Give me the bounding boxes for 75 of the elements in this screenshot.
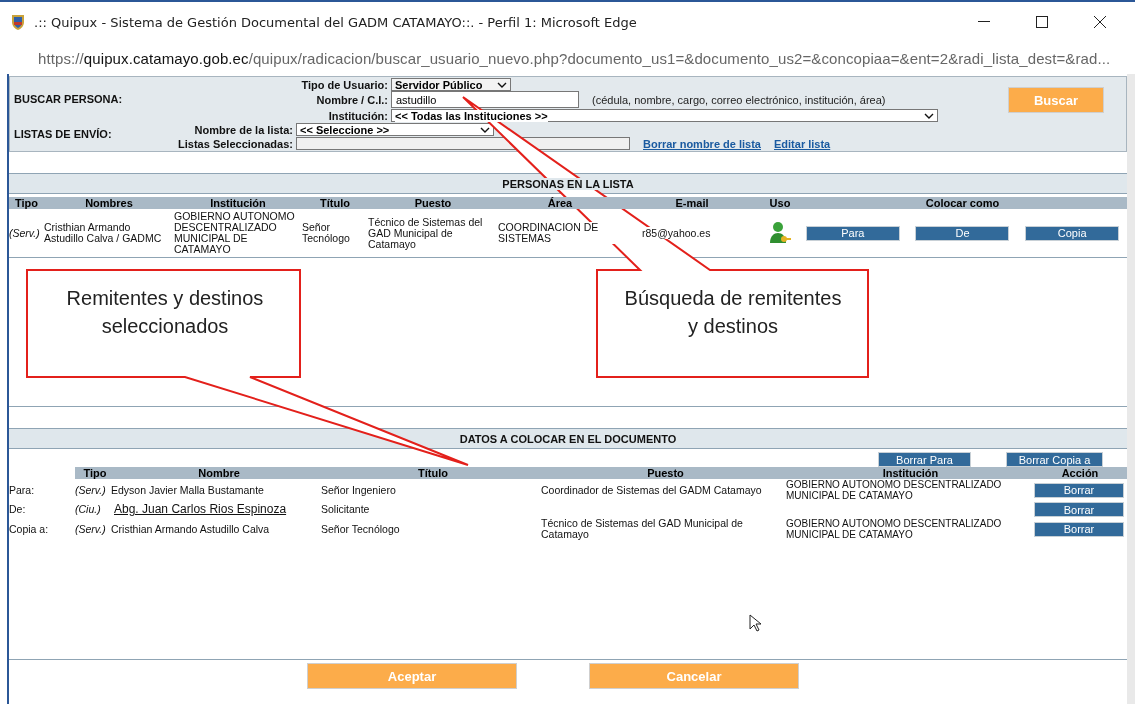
- column-header: Área: [498, 197, 622, 209]
- table-cell-text: Señor Tecnólogo: [302, 222, 351, 244]
- link[interactable]: Editar lista: [774, 137, 831, 150]
- clear-button[interactable]: Borrar Para: [878, 452, 971, 467]
- column-header: Institución: [788, 467, 1033, 479]
- section-header: PERSONAS EN LA LISTA: [502, 177, 634, 190]
- section-header: DATOS A COLOCAR EN EL DOCUMENTO: [9, 429, 1127, 449]
- window-title: .:: Quipux - Sistema de Gestión Documental del GADM CATAMAYO::. - Perfil 1: Microsoft Edge: [34, 14, 638, 30]
- chevron-down-icon: [924, 112, 934, 119]
- table-cell-text: Técnico de Sistemas del GAD Municipal de Catamayo: [541, 518, 744, 540]
- row-label: Para:: [9, 484, 36, 496]
- table-cell-text: (Serv.): [75, 523, 107, 535]
- table-cell-text: Técnico de Sistemas del GAD Municipal de Catamayo: [368, 216, 484, 250]
- table-cell-text: GOBIERNO AUTONOMO DESCENTRALIZADO MUNICIPAL DE CATAMAYO: [786, 479, 1003, 501]
- column-header: Nombre: [115, 467, 323, 479]
- action-button[interactable]: Copia: [1025, 225, 1120, 241]
- section-label: BUSCAR PERSONA:: [14, 92, 124, 105]
- hint-text: (cédula, nombre, cargo, correo electrónico, institución, área): [592, 93, 886, 106]
- name-input[interactable]: astudillo: [391, 91, 579, 109]
- app-shield-icon: [10, 13, 26, 31]
- column-header: Tipo: [75, 467, 115, 479]
- chevron-down-icon: [480, 126, 490, 133]
- callout-text: Remitentes y destinos seleccionados: [65, 286, 265, 339]
- column-header: Tipo: [9, 197, 44, 209]
- field-label: Listas Seleccionadas:: [177, 137, 293, 150]
- column-header: Uso: [762, 197, 798, 209]
- table-cell-text: GOBIERNO AUTONOMO DESCENTRALIZADO MUNICIPAL DE CATAMAYO: [174, 211, 296, 255]
- column-header: Colocar como: [798, 197, 1127, 209]
- list-name-select[interactable]: << Seleccione >>: [296, 123, 494, 137]
- minimize-icon[interactable]: [978, 21, 990, 23]
- table-cell-text: (Serv.): [75, 484, 107, 496]
- column-header: Puesto: [368, 197, 498, 209]
- name-link[interactable]: Abg. Juan Carlos Rios Espinoza: [111, 504, 321, 515]
- column-header: E-mail: [622, 197, 762, 209]
- section-label: LISTAS DE ENVÍO:: [14, 127, 113, 140]
- column-header: Puesto: [543, 467, 788, 479]
- column-header: Nombres: [44, 197, 174, 209]
- scrollbar[interactable]: [1127, 74, 1135, 704]
- field-label: Tipo de Usuario:: [300, 78, 388, 91]
- selected-lists-field[interactable]: [296, 137, 630, 151]
- user-key-icon[interactable]: [769, 221, 791, 245]
- maximize-icon[interactable]: [1036, 16, 1048, 28]
- table-cell-text: Cristhian Armando Astudillo Calva / GADMC: [44, 222, 163, 244]
- delete-button[interactable]: Borrar: [1034, 521, 1124, 537]
- field-label: Institución:: [327, 109, 388, 122]
- close-icon[interactable]: [1094, 16, 1106, 28]
- column-header: Acción: [1033, 467, 1127, 479]
- table-cell-text: Cristhian Armando Astudillo Calva: [111, 523, 271, 535]
- field-label: Nombre de la lista:: [193, 123, 293, 136]
- link[interactable]: Borrar nombre de lista: [643, 137, 761, 150]
- mouse-cursor-icon: [749, 614, 761, 632]
- action-button[interactable]: De: [915, 225, 1010, 241]
- table-cell-text: Solicitante: [321, 504, 371, 515]
- table-cell-text: Edyson Javier Malla Bustamante: [111, 484, 265, 496]
- column-header: Institución: [174, 197, 302, 209]
- user-type-select[interactable]: Servidor Público: [391, 78, 511, 91]
- row-label: De:: [9, 504, 27, 515]
- table-cell-text: Señor Ingeniero: [321, 484, 397, 496]
- clear-button[interactable]: Borrar Copia a: [1006, 452, 1103, 467]
- column-header: Título: [302, 197, 368, 209]
- callout-text: Búsqueda de remitentes y destinos: [623, 286, 843, 339]
- delete-button[interactable]: Borrar: [1034, 482, 1124, 498]
- table-cell-text: Señor Tecnólogo: [321, 523, 401, 535]
- table-cell-text: (Ciu.): [75, 504, 102, 515]
- field-label: Nombre / C.I.:: [315, 93, 388, 106]
- delete-button[interactable]: Borrar: [1034, 502, 1124, 517]
- institution-select[interactable]: << Todas las Instituciones >>: [391, 109, 938, 123]
- url-text[interactable]: https://quipux.catamayo.gob.ec/quipux/radicacion/buscar_usuario_nuevo.php?documento_us1=&documento_us2=&concopiaa=&ent=2&radi_lista_dest=&rad...: [38, 49, 1111, 67]
- row-label: Copia a:: [9, 523, 50, 535]
- chevron-down-icon: [497, 81, 507, 88]
- table-cell-text: Coordinador de Sistemas del GADM Catamayo: [541, 484, 763, 496]
- column-header: Título: [323, 467, 543, 479]
- action-button[interactable]: Para: [805, 225, 900, 241]
- table-cell-text: GOBIERNO AUTONOMO DESCENTRALIZADO MUNICIPAL DE CATAMAYO: [786, 518, 1003, 540]
- table-cell-text: (Serv.): [9, 227, 41, 239]
